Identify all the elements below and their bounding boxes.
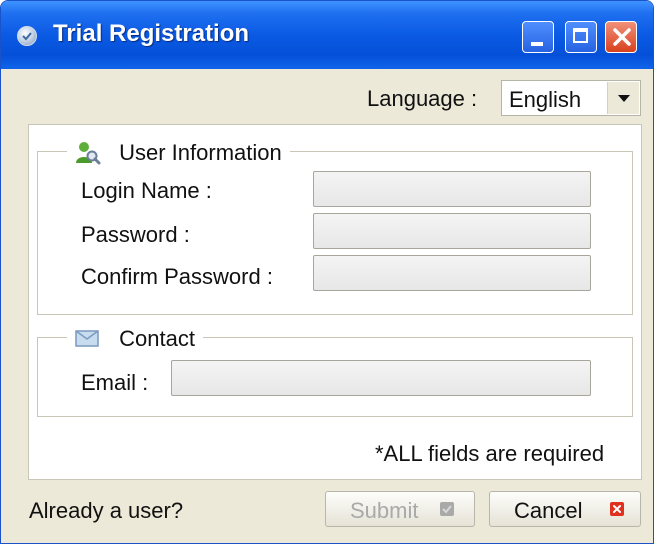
user-information-legend: User Information	[67, 137, 290, 167]
app-icon	[17, 26, 37, 46]
submit-button[interactable]: Submit	[325, 491, 475, 527]
cancel-button[interactable]: Cancel	[489, 491, 641, 527]
cancel-x-icon	[610, 502, 624, 516]
submit-icon	[440, 502, 454, 516]
required-note: *ALL fields are required	[375, 441, 605, 466]
login-name-label: Login Name :	[81, 178, 212, 203]
password-input[interactable]	[313, 213, 591, 249]
contact-heading: Contact	[119, 326, 195, 352]
dropdown-arrow-icon[interactable]	[607, 82, 639, 114]
language-label: Language :	[367, 86, 478, 111]
user-search-icon	[76, 142, 101, 165]
email-label: Email :	[81, 370, 149, 395]
close-icon	[613, 28, 631, 46]
envelope-icon	[75, 330, 99, 347]
submit-label: Submit	[350, 498, 419, 523]
cancel-label: Cancel	[514, 498, 583, 523]
password-label: Password :	[81, 222, 190, 247]
minimize-button[interactable]	[522, 21, 554, 53]
confirm-password-input[interactable]	[313, 255, 591, 291]
contact-legend: Contact	[67, 323, 203, 353]
user-information-heading: User Information	[119, 140, 282, 166]
language-select[interactable]: English	[501, 80, 641, 116]
registration-window: Trial Registration Language : English Us…	[0, 0, 654, 544]
email-input[interactable]	[171, 360, 591, 396]
login-name-input[interactable]	[313, 171, 591, 207]
title-bar[interactable]: Trial Registration	[1, 1, 653, 69]
language-value: English	[509, 87, 582, 112]
already-user-link[interactable]: Already a user?	[29, 498, 183, 524]
maximize-button[interactable]	[565, 21, 597, 53]
close-button[interactable]	[605, 21, 637, 53]
window-title: Trial Registration	[53, 20, 250, 47]
confirm-password-label: Confirm Password :	[81, 264, 273, 289]
